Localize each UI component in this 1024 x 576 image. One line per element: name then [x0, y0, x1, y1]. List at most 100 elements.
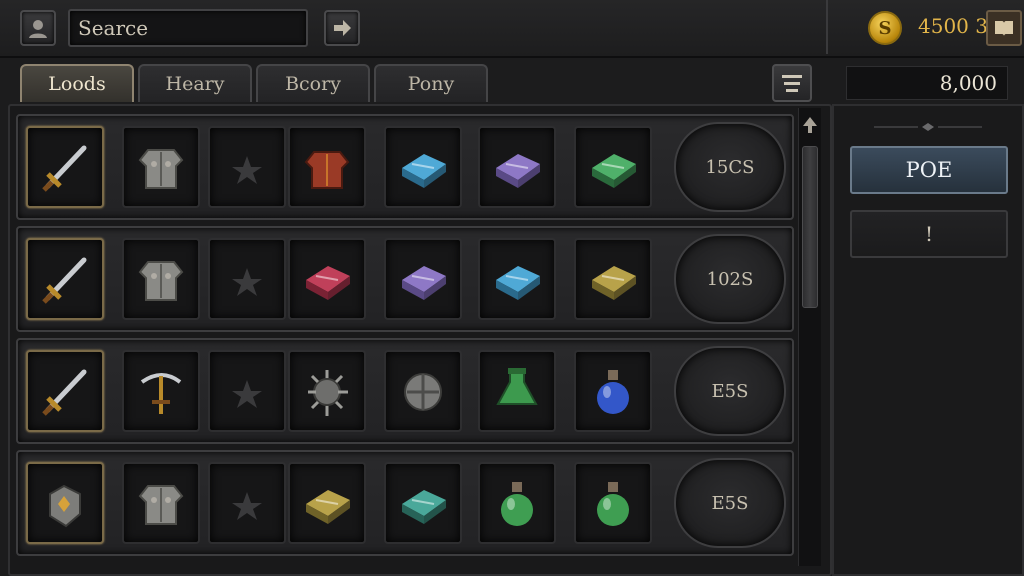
scroll-up-button[interactable]: [799, 112, 821, 138]
user-icon: [29, 20, 47, 38]
item-slot-sword[interactable]: [26, 126, 104, 208]
empty-icon: [232, 380, 262, 408]
empty-icon: [232, 268, 262, 296]
blue-potion-icon: [597, 370, 629, 414]
price-label: E5S: [711, 380, 749, 402]
sort-button[interactable]: [772, 64, 812, 102]
chest-armor-icon: [138, 485, 184, 525]
price-badge[interactable]: 15CS: [674, 122, 786, 212]
book-icon: [995, 21, 1013, 36]
search-go-button[interactable]: [324, 10, 360, 46]
item-slot-teal-ingot[interactable]: [384, 462, 462, 544]
item-slot-chest-armor[interactable]: [122, 238, 200, 320]
top-bar: S 4500 30: [0, 0, 1024, 58]
inventory-row: 15CS: [16, 114, 794, 220]
item-slot-blue-ingot[interactable]: [478, 238, 556, 320]
poe-button[interactable]: POE: [850, 146, 1008, 194]
item-slot-empty[interactable]: [208, 350, 286, 432]
price-badge[interactable]: 102S: [674, 234, 786, 324]
green-potion-icon: [597, 482, 629, 526]
item-slot-spiked-armor[interactable]: [288, 350, 366, 432]
currency-display: S 4500 30: [826, 0, 1024, 54]
total-value: 8,000: [846, 66, 1008, 100]
purple-ingot-icon: [496, 154, 540, 188]
gold-coin-icon: S: [868, 11, 902, 45]
item-slot-chest-armor[interactable]: [122, 126, 200, 208]
gauntlet-icon: [49, 484, 81, 528]
chest-armor-icon: [138, 149, 184, 189]
red-armor-icon: [304, 151, 350, 189]
sword-icon: [42, 257, 87, 304]
price-label: E5S: [711, 492, 749, 514]
list-icon-line: [784, 81, 800, 85]
scrollbar[interactable]: [798, 108, 821, 566]
price-badge[interactable]: E5S: [674, 458, 786, 548]
search-field[interactable]: [68, 9, 308, 47]
purple-ingot-icon: [402, 266, 446, 300]
poe-button-label: POE: [905, 158, 953, 182]
teal-ingot-icon: [402, 490, 446, 524]
gold-ingot-icon: [306, 490, 350, 524]
tab-label: Bcory: [285, 73, 341, 95]
item-slot-red-ingot[interactable]: [288, 238, 366, 320]
item-slot-empty[interactable]: [208, 462, 286, 544]
book-button[interactable]: [986, 10, 1022, 46]
item-slot-empty[interactable]: [208, 126, 286, 208]
item-slot-blue-ingot[interactable]: [384, 126, 462, 208]
item-slot-green-flask[interactable]: [478, 350, 556, 432]
info-button[interactable]: !: [850, 210, 1008, 258]
tab-label: Pony: [407, 73, 455, 95]
inventory-grid: 15CS 102S E5S E5S: [8, 104, 832, 576]
inventory-row: E5S: [16, 338, 794, 444]
tab-label: Loods: [48, 73, 106, 95]
item-slot-crossbow[interactable]: [122, 350, 200, 432]
gold-ingot-icon: [592, 266, 636, 300]
green-potion-icon: [501, 482, 533, 526]
empty-icon: [232, 156, 262, 184]
price-label: 15CS: [705, 156, 755, 178]
tab-bcory[interactable]: Bcory: [256, 64, 370, 102]
item-slot-green-potion[interactable]: [574, 462, 652, 544]
item-slot-sword[interactable]: [26, 238, 104, 320]
side-panel: POE !: [832, 104, 1024, 576]
item-slot-red-armor[interactable]: [288, 126, 366, 208]
user-menu-button[interactable]: [20, 10, 56, 46]
ornament-divider: [874, 123, 982, 131]
info-button-label: !: [924, 222, 934, 246]
chest-armor-icon: [138, 261, 184, 301]
item-slot-gauntlet[interactable]: [26, 462, 104, 544]
item-slot-green-potion[interactable]: [478, 462, 556, 544]
arrow-right-icon: [334, 20, 351, 36]
item-slot-blue-potion[interactable]: [574, 350, 652, 432]
list-icon-line: [782, 74, 802, 78]
item-slot-chest-armor[interactable]: [122, 462, 200, 544]
blue-ingot-icon: [496, 266, 540, 300]
item-slot-gold-ingot[interactable]: [288, 462, 366, 544]
empty-icon: [232, 492, 262, 520]
tab-loods[interactable]: Loods: [20, 64, 134, 102]
item-slot-gold-ingot[interactable]: [574, 238, 652, 320]
stone-orb-icon: [404, 373, 442, 411]
chevron-up-icon: [803, 117, 817, 133]
list-icon-line: [786, 88, 798, 92]
tab-pony[interactable]: Pony: [374, 64, 488, 102]
scroll-thumb[interactable]: [802, 146, 818, 308]
item-slot-green-ingot[interactable]: [574, 126, 652, 208]
item-slot-stone-orb[interactable]: [384, 350, 462, 432]
item-slot-sword[interactable]: [26, 350, 104, 432]
inventory-row: 102S: [16, 226, 794, 332]
price-badge[interactable]: E5S: [674, 346, 786, 436]
red-ingot-icon: [306, 266, 350, 300]
item-slot-empty[interactable]: [208, 238, 286, 320]
tab-heary[interactable]: Heary: [138, 64, 252, 102]
green-ingot-icon: [592, 154, 636, 188]
inventory-row: E5S: [16, 450, 794, 556]
sword-icon: [42, 369, 87, 416]
crossbow-icon: [140, 373, 182, 414]
search-input[interactable]: [70, 11, 306, 45]
item-slot-purple-ingot[interactable]: [478, 126, 556, 208]
price-label: 102S: [706, 268, 754, 290]
blue-ingot-icon: [402, 154, 446, 188]
tab-label: Heary: [165, 73, 225, 95]
item-slot-purple-ingot[interactable]: [384, 238, 462, 320]
